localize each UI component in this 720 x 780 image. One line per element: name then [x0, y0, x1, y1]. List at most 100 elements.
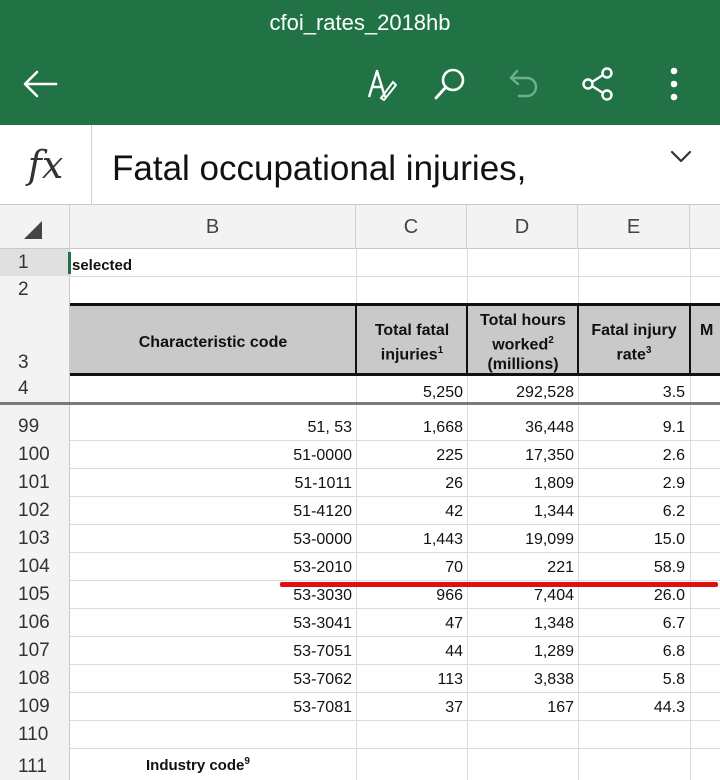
cell-hours-worked[interactable]: 167 [468, 699, 574, 717]
column-header-b[interactable]: B [70, 205, 356, 249]
cell-code[interactable]: 53-7081 [72, 699, 352, 717]
cell-hours-worked[interactable]: 1,289 [468, 643, 574, 661]
row-header[interactable]: 110 [0, 720, 70, 748]
more-options-button[interactable] [652, 62, 696, 106]
grid-line [70, 440, 720, 441]
grid-line [70, 276, 720, 277]
cell-b1[interactable]: selected [72, 257, 132, 274]
cell-fatal-injuries[interactable]: 70 [357, 559, 463, 577]
row-header[interactable]: 4 [0, 376, 70, 402]
formula-input[interactable]: Fatal occupational injuries, [112, 149, 526, 189]
row-header[interactable]: 102 [0, 496, 70, 524]
cell-d4[interactable]: 292,528 [468, 384, 574, 402]
row-header[interactable]: 1 [0, 249, 70, 276]
header-total-fatal-injuries[interactable]: Total fatal injuries1 [362, 321, 462, 365]
cell-fatal-injuries[interactable]: 26 [357, 475, 463, 493]
row-header[interactable]: 2 [0, 276, 70, 303]
grid-line [70, 748, 720, 749]
row-header[interactable]: 108 [0, 664, 70, 692]
freeze-pane-divider [0, 402, 720, 405]
row-header[interactable]: 109 [0, 692, 70, 720]
header-f-partial[interactable]: M [700, 321, 720, 341]
cell-injury-rate[interactable]: 15.0 [579, 531, 685, 549]
row-header[interactable]: 106 [0, 608, 70, 636]
cell-fatal-injuries[interactable]: 42 [357, 503, 463, 521]
cell-hours-worked[interactable]: 1,344 [468, 503, 574, 521]
cell-injury-rate[interactable]: 9.1 [579, 419, 685, 437]
cell-hours-worked[interactable]: 7,404 [468, 587, 574, 605]
cell-injury-rate[interactable]: 58.9 [579, 559, 685, 577]
cell-hours-worked[interactable]: 19,099 [468, 531, 574, 549]
row-header[interactable]: 111 [0, 748, 70, 780]
cell-injury-rate[interactable]: 2.9 [579, 475, 685, 493]
row-header[interactable]: 107 [0, 636, 70, 664]
cell-c4[interactable]: 5,250 [357, 384, 463, 402]
cell-e4[interactable]: 3.5 [579, 384, 685, 402]
row-header[interactable]: 100 [0, 440, 70, 468]
cell-code[interactable]: 53-7051 [72, 643, 352, 661]
cell-fatal-injuries[interactable]: 1,668 [357, 419, 463, 437]
select-all-corner[interactable] [0, 205, 70, 249]
cell-fatal-injuries[interactable]: 1,443 [357, 531, 463, 549]
cell-hours-worked[interactable]: 17,350 [468, 447, 574, 465]
red-annotation-line [280, 582, 718, 587]
cell-injury-rate[interactable]: 2.6 [579, 447, 685, 465]
cell-injury-rate[interactable]: 5.8 [579, 671, 685, 689]
header-separator [577, 303, 579, 376]
cell-code[interactable]: 53-2010 [72, 559, 352, 577]
row-header[interactable]: 104 [0, 552, 70, 580]
cell-hours-worked[interactable]: 1,348 [468, 615, 574, 633]
cell-injury-rate[interactable]: 6.7 [579, 615, 685, 633]
share-button[interactable] [576, 62, 620, 106]
cell-code[interactable]: 53-7062 [72, 671, 352, 689]
cell-code[interactable]: 51-4120 [72, 503, 352, 521]
cell-hours-worked[interactable]: 1,809 [468, 475, 574, 493]
cell-hours-worked[interactable]: 3,838 [468, 671, 574, 689]
column-header-e[interactable]: E [578, 205, 690, 249]
cell-code[interactable]: 51-0000 [72, 447, 352, 465]
cell-injury-rate[interactable]: 26.0 [579, 587, 685, 605]
cell-hours-worked[interactable]: 36,448 [468, 419, 574, 437]
cell-industry-code[interactable]: Industry code9 [146, 756, 250, 774]
undo-button[interactable] [502, 62, 546, 106]
row-header[interactable]: 101 [0, 468, 70, 496]
formula-bar: fx Fatal occupational injuries, [0, 125, 720, 205]
header-total-hours-worked[interactable]: Total hours worked2 (millions) [469, 311, 577, 375]
cell-fatal-injuries[interactable]: 113 [357, 671, 463, 689]
back-button[interactable] [18, 62, 62, 106]
row-header[interactable]: 3 [0, 303, 70, 376]
cell-fatal-injuries[interactable]: 37 [357, 699, 463, 717]
draw-pen-icon [367, 69, 397, 101]
corner-triangle-icon [24, 221, 42, 239]
column-header-d[interactable]: D [467, 205, 578, 249]
grid-line [70, 524, 720, 525]
search-button[interactable] [428, 62, 472, 106]
row-header[interactable]: 99 [0, 405, 70, 440]
cell-code[interactable]: 51, 53 [72, 419, 352, 437]
chevron-down-icon[interactable] [666, 146, 696, 166]
cell-fatal-injuries[interactable]: 966 [357, 587, 463, 605]
grid-line [70, 636, 720, 637]
cell-fatal-injuries[interactable]: 47 [357, 615, 463, 633]
cell-code[interactable]: 53-3041 [72, 615, 352, 633]
footnote-marker: 3 [645, 345, 652, 356]
document-title: cfoi_rates_2018hb [269, 10, 451, 35]
header-e-line2: rate [616, 346, 646, 364]
cell-injury-rate[interactable]: 6.8 [579, 643, 685, 661]
cell-fatal-injuries[interactable]: 225 [357, 447, 463, 465]
cell-code[interactable]: 51-1011 [72, 475, 352, 493]
cell-injury-rate[interactable]: 44.3 [579, 699, 685, 717]
draw-button[interactable] [358, 62, 402, 106]
cell-injury-rate[interactable]: 6.2 [579, 503, 685, 521]
cell-fatal-injuries[interactable]: 44 [357, 643, 463, 661]
cell-code[interactable]: 53-0000 [72, 531, 352, 549]
column-header-c[interactable]: C [356, 205, 467, 249]
header-c-label: Total fatal injuries [374, 322, 450, 364]
cell-code[interactable]: 53-3030 [72, 587, 352, 605]
grid-line [70, 608, 720, 609]
header-characteristic-code[interactable]: Characteristic code [70, 333, 356, 353]
row-header[interactable]: 105 [0, 580, 70, 608]
row-header[interactable]: 103 [0, 524, 70, 552]
header-fatal-injury-rate[interactable]: Fatal injury rate3 [580, 321, 688, 365]
cell-hours-worked[interactable]: 221 [468, 559, 574, 577]
